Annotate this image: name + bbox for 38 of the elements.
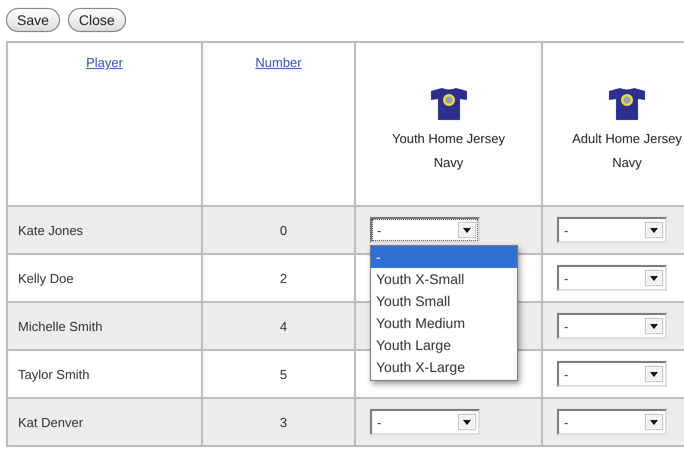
caret-icon <box>645 222 663 238</box>
size-select[interactable]: - <box>557 409 667 435</box>
caret-icon <box>645 318 663 334</box>
caret-icon <box>645 270 663 286</box>
player-name: Kelly Doe <box>18 270 74 286</box>
jersey-icon <box>607 87 647 121</box>
toolbar-button[interactable]: Save <box>6 8 60 32</box>
dropdown-option[interactable]: Youth Medium <box>371 312 517 334</box>
size-select[interactable]: - <box>557 313 667 339</box>
size-select[interactable]: - <box>370 217 480 243</box>
dropdown-option[interactable]: Youth Small <box>371 290 517 312</box>
player-number: 2 <box>280 270 288 286</box>
player-number: 5 <box>280 366 288 382</box>
size-select[interactable]: - <box>557 361 667 387</box>
column-header: Youth Home Jersey Navy <box>391 130 506 172</box>
dropdown-option[interactable]: Youth X-Large <box>371 356 517 378</box>
column-sort-link[interactable]: Player <box>86 55 123 70</box>
toolbar-button[interactable]: Close <box>68 8 126 32</box>
player-name: Michelle Smith <box>18 318 103 334</box>
dropdown-option[interactable]: Youth Large <box>371 334 517 356</box>
player-name: Taylor Smith <box>18 366 90 382</box>
player-name: Kate Jones <box>18 222 84 238</box>
player-number: 0 <box>280 222 288 238</box>
size-select[interactable]: - <box>370 409 480 435</box>
caret-icon <box>458 414 476 430</box>
dropdown-option[interactable]: - <box>371 246 517 268</box>
jersey-icon <box>428 87 468 121</box>
player-number: 4 <box>280 318 288 334</box>
caret-icon <box>458 222 476 238</box>
size-select[interactable]: - <box>557 265 667 291</box>
caret-icon <box>645 414 663 430</box>
player-number: 3 <box>280 414 288 430</box>
column-header: Adult Home Jersey Navy <box>571 130 683 172</box>
player-name: Kat Denver <box>18 414 84 430</box>
caret-icon <box>645 366 663 382</box>
dropdown-option[interactable]: Youth X-Small <box>371 268 517 290</box>
column-sort-link[interactable]: Number <box>255 55 302 70</box>
size-select[interactable]: - <box>557 217 667 243</box>
